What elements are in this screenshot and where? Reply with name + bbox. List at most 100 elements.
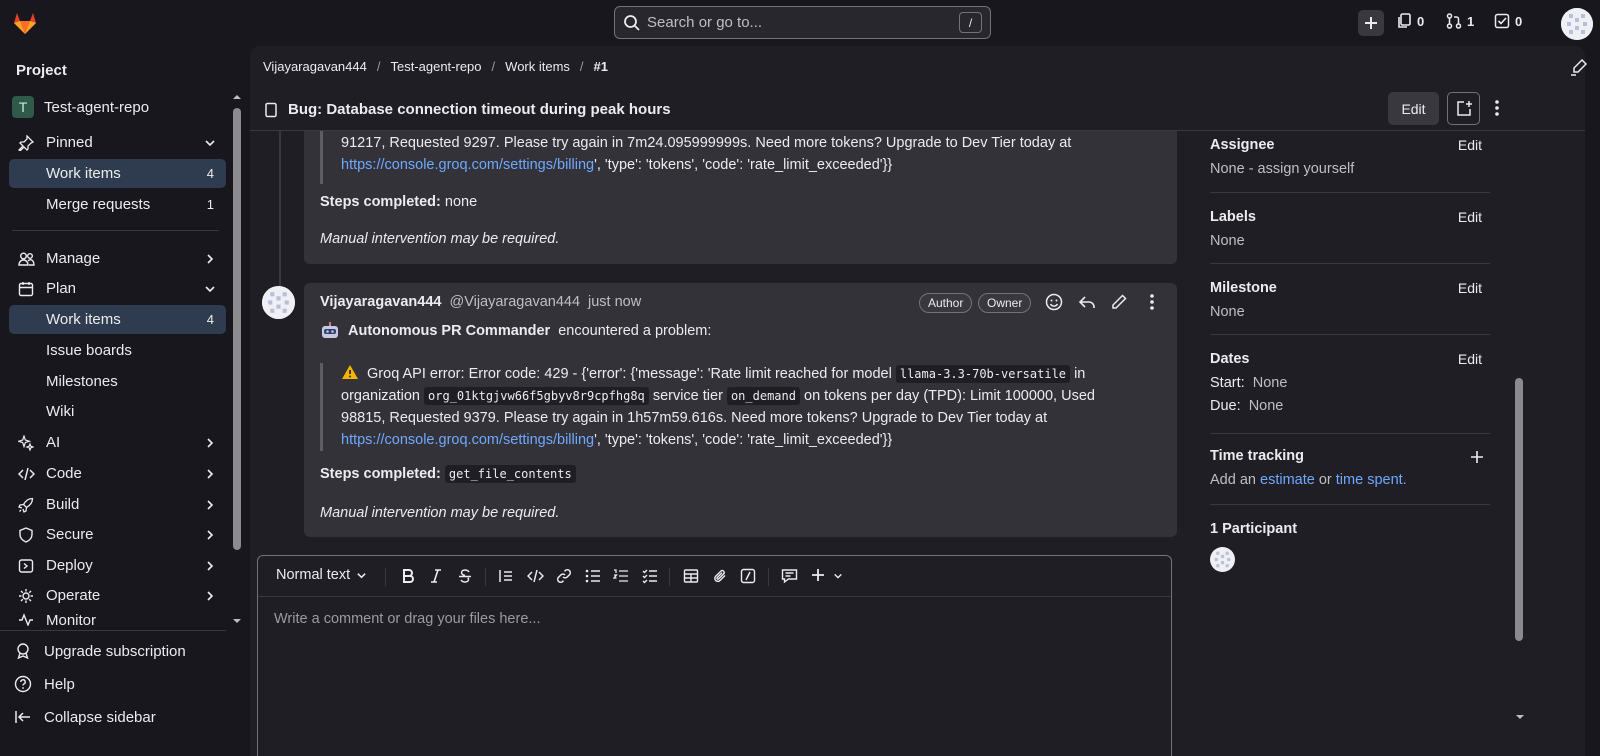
milestone-value: None <box>1210 304 1245 320</box>
upgrade-badge-icon <box>14 642 32 660</box>
breadcrumb-current[interactable]: #1 <box>594 59 608 74</box>
merge-requests-counter[interactable]: 1 <box>1446 13 1474 29</box>
add-time-plus-icon[interactable] <box>1470 450 1484 464</box>
steps-value: none <box>444 194 478 210</box>
right-sidebar-scrollbar-thumb[interactable] <box>1515 378 1523 641</box>
comment-time[interactable]: just now <box>588 294 641 310</box>
code-icon[interactable] <box>527 568 544 584</box>
chevron-down-icon[interactable] <box>833 571 843 581</box>
assignee-value[interactable]: None - assign yourself <box>1210 161 1490 177</box>
dates-edit-button[interactable]: Edit <box>1458 351 1482 367</box>
robot-icon <box>320 321 340 341</box>
slash-command-icon[interactable] <box>740 568 756 584</box>
search-box[interactable]: Search or go to... / <box>614 6 991 39</box>
strikethrough-icon[interactable] <box>458 568 472 584</box>
sidebar-item-issue-boards[interactable]: Issue boards <box>9 336 226 365</box>
new-related-item-button[interactable] <box>1447 92 1480 125</box>
time-tracking-label: Time tracking <box>1210 448 1305 464</box>
quote-icon[interactable] <box>498 568 514 584</box>
sidebar-project-link[interactable]: T Test-agent-repo <box>12 96 149 118</box>
comment-handle[interactable]: @Vijayaragavan444 <box>449 294 580 310</box>
breadcrumb-item[interactable]: Vijayaragavan444 <box>263 59 367 74</box>
toolbar-divider <box>669 568 670 586</box>
sidebar-section-plan[interactable]: Plan <box>9 274 226 303</box>
comment-textarea[interactable]: Write a comment or drag your files here.… <box>274 611 540 627</box>
sidebar-section-ai[interactable]: AI <box>9 428 226 457</box>
link-icon[interactable] <box>556 568 572 584</box>
manage-label: Manage <box>46 250 101 267</box>
todos-counter[interactable]: 0 <box>1494 13 1522 29</box>
create-new-button[interactable] <box>1358 10 1384 36</box>
sidebar-section-pinned[interactable]: Pinned <box>9 128 226 157</box>
sidebar-item-pinned-work-items[interactable]: Work items 4 <box>9 159 226 188</box>
bullet-list-icon[interactable] <box>585 568 601 584</box>
author-badge: Author <box>919 293 973 313</box>
comment-author[interactable]: Vijayaragavan444 <box>320 294 441 310</box>
edit-title-button[interactable]: Edit <box>1388 92 1439 125</box>
collapse-sidebar-button[interactable]: Collapse sidebar <box>14 708 156 726</box>
collapse-arrow-icon <box>14 708 32 726</box>
sidebar-item-milestones[interactable]: Milestones <box>9 367 226 396</box>
chevron-right-icon <box>204 437 216 449</box>
help-link[interactable]: Help <box>14 675 75 693</box>
user-avatar[interactable] <box>1561 8 1593 40</box>
task-list-icon[interactable] <box>642 568 658 584</box>
sidebar-section-operate[interactable]: Operate <box>9 581 226 610</box>
bold-icon[interactable] <box>401 568 415 584</box>
pencil-panel-icon[interactable] <box>1570 58 1588 76</box>
sidebar-section-secure[interactable]: Secure <box>9 520 226 549</box>
sidebar-section-monitor[interactable]: Monitor <box>9 612 226 626</box>
breadcrumb-item[interactable]: Work items <box>505 59 570 74</box>
start-label: Start: <box>1210 375 1245 391</box>
participant-avatar[interactable] <box>1210 547 1235 572</box>
more-actions-icon[interactable] <box>1494 99 1500 117</box>
more-formatting-plus-icon[interactable] <box>811 568 825 582</box>
sidebar-section-code[interactable]: Code <box>9 459 226 488</box>
dates-section: Dates Edit Start: None Due: None <box>1210 351 1490 414</box>
sidebar-item-label: Work items <box>46 311 121 328</box>
sidebar-item-wiki[interactable]: Wiki <box>9 397 226 426</box>
sidebar-scrollbar[interactable] <box>232 92 242 682</box>
steps-completed: Steps completed: none <box>320 194 477 210</box>
reply-icon[interactable] <box>1078 293 1096 311</box>
italic-icon[interactable] <box>430 568 442 584</box>
attachment-icon[interactable] <box>712 568 728 584</box>
assignee-edit-button[interactable]: Edit <box>1458 137 1482 153</box>
edit-pencil-icon[interactable] <box>1110 293 1128 311</box>
breadcrumb-item[interactable]: Test-agent-repo <box>390 59 481 74</box>
operate-cloud-icon <box>17 588 35 604</box>
shield-icon <box>17 526 35 543</box>
sidebar-section-deploy[interactable]: Deploy <box>9 551 226 580</box>
sidebar-section-manage[interactable]: Manage <box>9 244 226 273</box>
milestone-edit-button[interactable]: Edit <box>1458 280 1482 296</box>
assigned-issues-counter[interactable]: 0 <box>1398 13 1424 29</box>
help-label: Help <box>44 675 75 693</box>
table-icon[interactable] <box>683 568 699 584</box>
scroll-down-arrow-icon[interactable] <box>1515 712 1525 722</box>
labels-edit-button[interactable]: Edit <box>1458 209 1482 225</box>
comment-more-actions-icon[interactable] <box>1149 293 1155 311</box>
numbered-list-icon[interactable] <box>613 568 629 584</box>
sidebar-section-label: Code <box>46 465 82 482</box>
monitor-icon <box>17 612 35 626</box>
start-date-row: Start: None <box>1210 375 1490 391</box>
assignee-label: Assignee <box>1210 137 1275 153</box>
text-style-dropdown[interactable]: Normal text <box>276 567 367 583</box>
sidebar-item-work-items[interactable]: Work items 4 <box>9 305 226 334</box>
time-spent-link[interactable]: time spent. <box>1336 472 1407 488</box>
sidebar-item-label: Merge requests <box>46 196 151 213</box>
sidebar-scrollbar-thumb[interactable] <box>233 108 241 550</box>
comment-avatar[interactable] <box>262 286 295 319</box>
emoji-reaction-icon[interactable] <box>1045 293 1063 311</box>
billing-link[interactable]: https://console.groq.com/settings/billin… <box>341 432 594 448</box>
upgrade-subscription-link[interactable]: Upgrade subscription <box>14 642 186 660</box>
sidebar-item-pinned-merge-requests[interactable]: Merge requests 1 <box>9 190 226 219</box>
sidebar-section-label: Build <box>46 496 80 513</box>
billing-link[interactable]: https://console.groq.com/settings/billin… <box>341 157 594 173</box>
plus-icon <box>1364 16 1378 30</box>
gitlab-logo-icon[interactable] <box>11 9 39 37</box>
steps-label: Steps completed: <box>320 466 441 482</box>
estimate-link[interactable]: estimate <box>1260 472 1315 488</box>
sidebar-section-build[interactable]: Build <box>9 490 226 519</box>
comment-template-icon[interactable] <box>781 568 798 584</box>
